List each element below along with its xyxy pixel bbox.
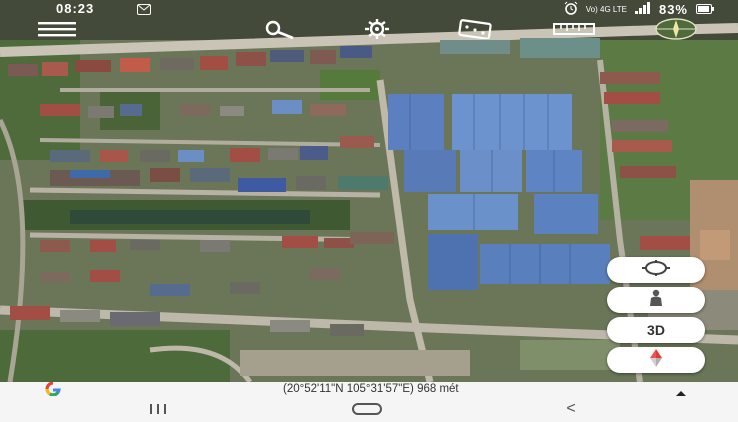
map-toolbar xyxy=(0,18,738,40)
3d-label: 3D xyxy=(647,322,665,338)
system-nav-bar: < xyxy=(0,396,738,422)
gear-icon[interactable] xyxy=(358,18,396,40)
compass-icon[interactable] xyxy=(654,18,698,40)
battery-icon xyxy=(696,2,714,17)
coordinate-bar: (20°52'11"N 105°31'57"E) 968 mét xyxy=(0,381,738,397)
signal-icon xyxy=(634,2,651,17)
status-right: Vo) 4G LTE 83% xyxy=(564,1,714,18)
clock: 08:23 xyxy=(56,1,95,16)
3d-button[interactable]: 3D xyxy=(607,317,705,343)
recent-apps-icon[interactable] xyxy=(141,400,175,418)
coordinates-text: (20°52'11"N 105°31'57"E) 968 mét xyxy=(283,383,459,395)
back-icon[interactable]: < xyxy=(556,400,586,418)
my-location-button[interactable] xyxy=(607,257,705,283)
menu-icon[interactable] xyxy=(38,18,76,40)
my-location-icon xyxy=(639,259,673,281)
home-icon[interactable] xyxy=(347,400,387,418)
street-view-icon xyxy=(645,289,667,312)
dice-icon[interactable] xyxy=(455,18,495,40)
network-icon: Vo) 4G LTE xyxy=(585,4,627,14)
status-bar: 08:23 Vo) 4G LTE 83% xyxy=(0,0,738,18)
message-icon xyxy=(137,3,151,15)
compass-needle-icon xyxy=(648,348,664,372)
compass-button[interactable] xyxy=(607,347,705,373)
alarm-icon xyxy=(564,1,578,18)
battery-percent: 83% xyxy=(658,2,688,17)
street-view-button[interactable] xyxy=(607,287,705,313)
ruler-icon[interactable] xyxy=(552,18,596,40)
search-icon[interactable] xyxy=(258,18,296,40)
